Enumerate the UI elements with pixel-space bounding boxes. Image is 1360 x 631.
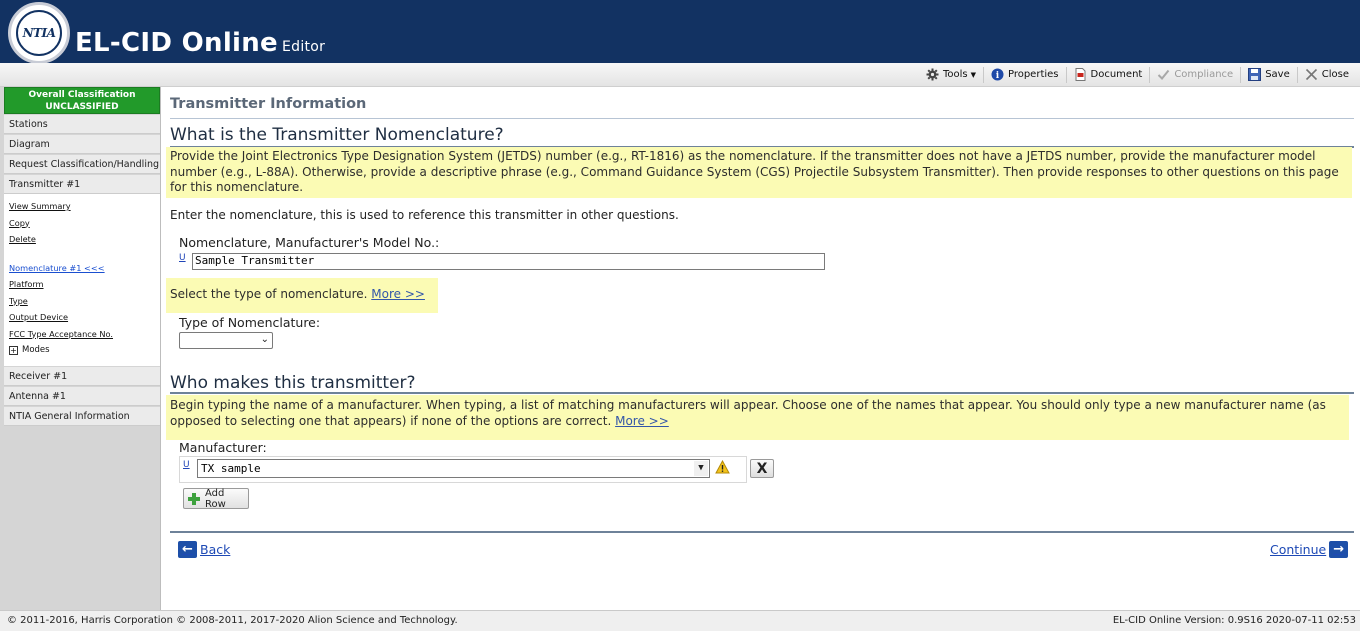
app-header: NTIA EL-CID Online Editor [0,0,1360,64]
title-divider [170,118,1354,119]
fcc-type-acceptance-link[interactable]: FCC Type Acceptance No. [9,326,160,343]
continue-button[interactable]: Continue → [1270,541,1349,558]
toolbar: Tools ▼ i Properties Document Compliance… [0,63,1360,87]
nomenclature-link[interactable]: Nomenclature #1 <<< [9,260,160,277]
continue-arrow-icon: → [1329,541,1349,558]
manufacturer-value: TX sample [201,462,261,475]
nomenclature-help-text: Provide the Joint Electronics Type Desig… [166,147,1352,198]
compliance-label: Compliance [1174,69,1234,80]
modes-toggle[interactable]: + Modes [9,342,160,358]
nomenclature-question-heading: What is the Transmitter Nomenclature? [170,125,504,145]
close-icon [1305,68,1318,81]
sidebar: Overall Classification UNCLASSIFIED Stat… [0,87,161,610]
tools-menu-button[interactable]: Tools ▼ [919,66,984,83]
app-subtitle: Editor [282,39,326,55]
nomenclature-input[interactable]: Sample Transmitter [192,253,825,270]
chevron-down-icon: ⌄ [260,334,269,345]
manufacturer-row: U TX sample ▼ [179,456,747,483]
footer: © 2011-2016, Harris Corporation © 2008-2… [0,610,1360,631]
check-icon [1157,68,1170,81]
close-label: Close [1321,69,1349,80]
save-icon [1248,68,1262,81]
document-label: Document [1090,69,1143,80]
back-arrow-icon: ← [178,541,197,558]
manufacturer-label: Manufacturer: [179,440,267,455]
sidebar-item-request-classification[interactable]: Request Classification/Handling [4,155,160,174]
save-label: Save [1265,69,1290,80]
classification-value: UNCLASSIFIED [45,102,119,112]
back-button[interactable]: ← Back [178,541,230,558]
gear-icon [926,68,939,81]
version-text: EL-CID Online Version: 0.9S16 2020-07-11… [1112,615,1356,626]
continue-label: Continue [1270,542,1327,557]
nomenclature-instruction: Enter the nomenclature, this is used to … [170,208,679,222]
modes-label: Modes [22,345,50,355]
type-of-nomenclature-label: Type of Nomenclature: [179,315,321,330]
output-device-link[interactable]: Output Device [9,309,160,326]
classification-badge: Overall Classification UNCLASSIFIED [4,87,160,114]
transmitter-panel: View Summary Copy Delete Nomenclature #1… [4,194,160,366]
sidebar-item-stations[interactable]: Stations [4,115,160,134]
manufacturer-help-label: Begin typing the name of a manufacturer.… [170,398,1326,428]
compliance-button[interactable]: Compliance [1150,66,1242,83]
sidebar-item-diagram[interactable]: Diagram [4,135,160,154]
tools-label: Tools [942,69,968,80]
sidebar-item-receiver[interactable]: Receiver #1 [4,367,160,386]
type-help-label: Select the type of nomenclature. [170,287,368,301]
chevron-down-icon[interactable]: ▼ [694,461,708,476]
classification-title: Overall Classification [28,90,136,100]
copy-link[interactable]: Copy [9,215,160,232]
add-row-button[interactable]: Add Row [183,487,249,510]
svg-text:i: i [996,71,1000,81]
copyright-text: © 2011-2016, Harris Corporation © 2008-2… [7,615,458,626]
type-of-nomenclature-select[interactable]: ⌄ [179,332,273,349]
manufacturer-combobox[interactable]: TX sample ▼ [197,459,710,478]
platform-link[interactable]: Platform [9,276,160,293]
manufacturer-help-text: Begin typing the name of a manufacturer.… [166,395,1349,440]
pdf-icon [1074,68,1087,81]
question-divider-2 [170,392,1354,394]
delete-link[interactable]: Delete [9,231,160,248]
logo-text: NTIA [16,10,62,56]
close-button[interactable]: Close [1298,67,1356,83]
plus-icon [187,492,201,506]
warning-icon [715,459,730,478]
back-label: Back [200,542,231,557]
sidebar-item-transmitter[interactable]: Transmitter #1 [4,175,160,194]
expand-plus-icon: + [9,345,18,355]
manufacturer-question-heading: Who makes this transmitter? [170,373,416,393]
sidebar-item-general-info[interactable]: NTIA General Information [4,407,160,426]
save-button[interactable]: Save [1241,66,1298,83]
bottom-divider [170,531,1354,533]
sidebar-item-antenna[interactable]: Antenna #1 [4,387,160,406]
app-title: EL-CID Online Editor [75,28,325,58]
view-summary-link[interactable]: View Summary [9,198,160,215]
document-button[interactable]: Document [1067,66,1151,83]
type-link[interactable]: Type [9,293,160,310]
type-more-link[interactable]: More >> [371,287,425,301]
info-icon: i [991,68,1004,81]
page-title: Transmitter Information [170,96,367,112]
unclassified-marker[interactable]: U [179,253,186,263]
nomenclature-label: Nomenclature, Manufacturer's Model No.: [179,235,440,250]
properties-button[interactable]: i Properties [984,66,1067,83]
manufacturer-more-link[interactable]: More >> [615,414,669,428]
ntia-logo: NTIA [8,2,70,64]
manufacturer-unclassified-marker[interactable]: U [183,460,190,470]
remove-icon: X [756,460,768,477]
chevron-down-icon: ▼ [970,70,976,79]
remove-manufacturer-button[interactable]: X [750,459,774,478]
properties-label: Properties [1007,69,1059,80]
app-title-text: EL-CID Online [75,28,278,58]
add-row-label: Add Row [205,487,226,510]
type-help-text: Select the type of nomenclature. More >> [166,278,438,313]
